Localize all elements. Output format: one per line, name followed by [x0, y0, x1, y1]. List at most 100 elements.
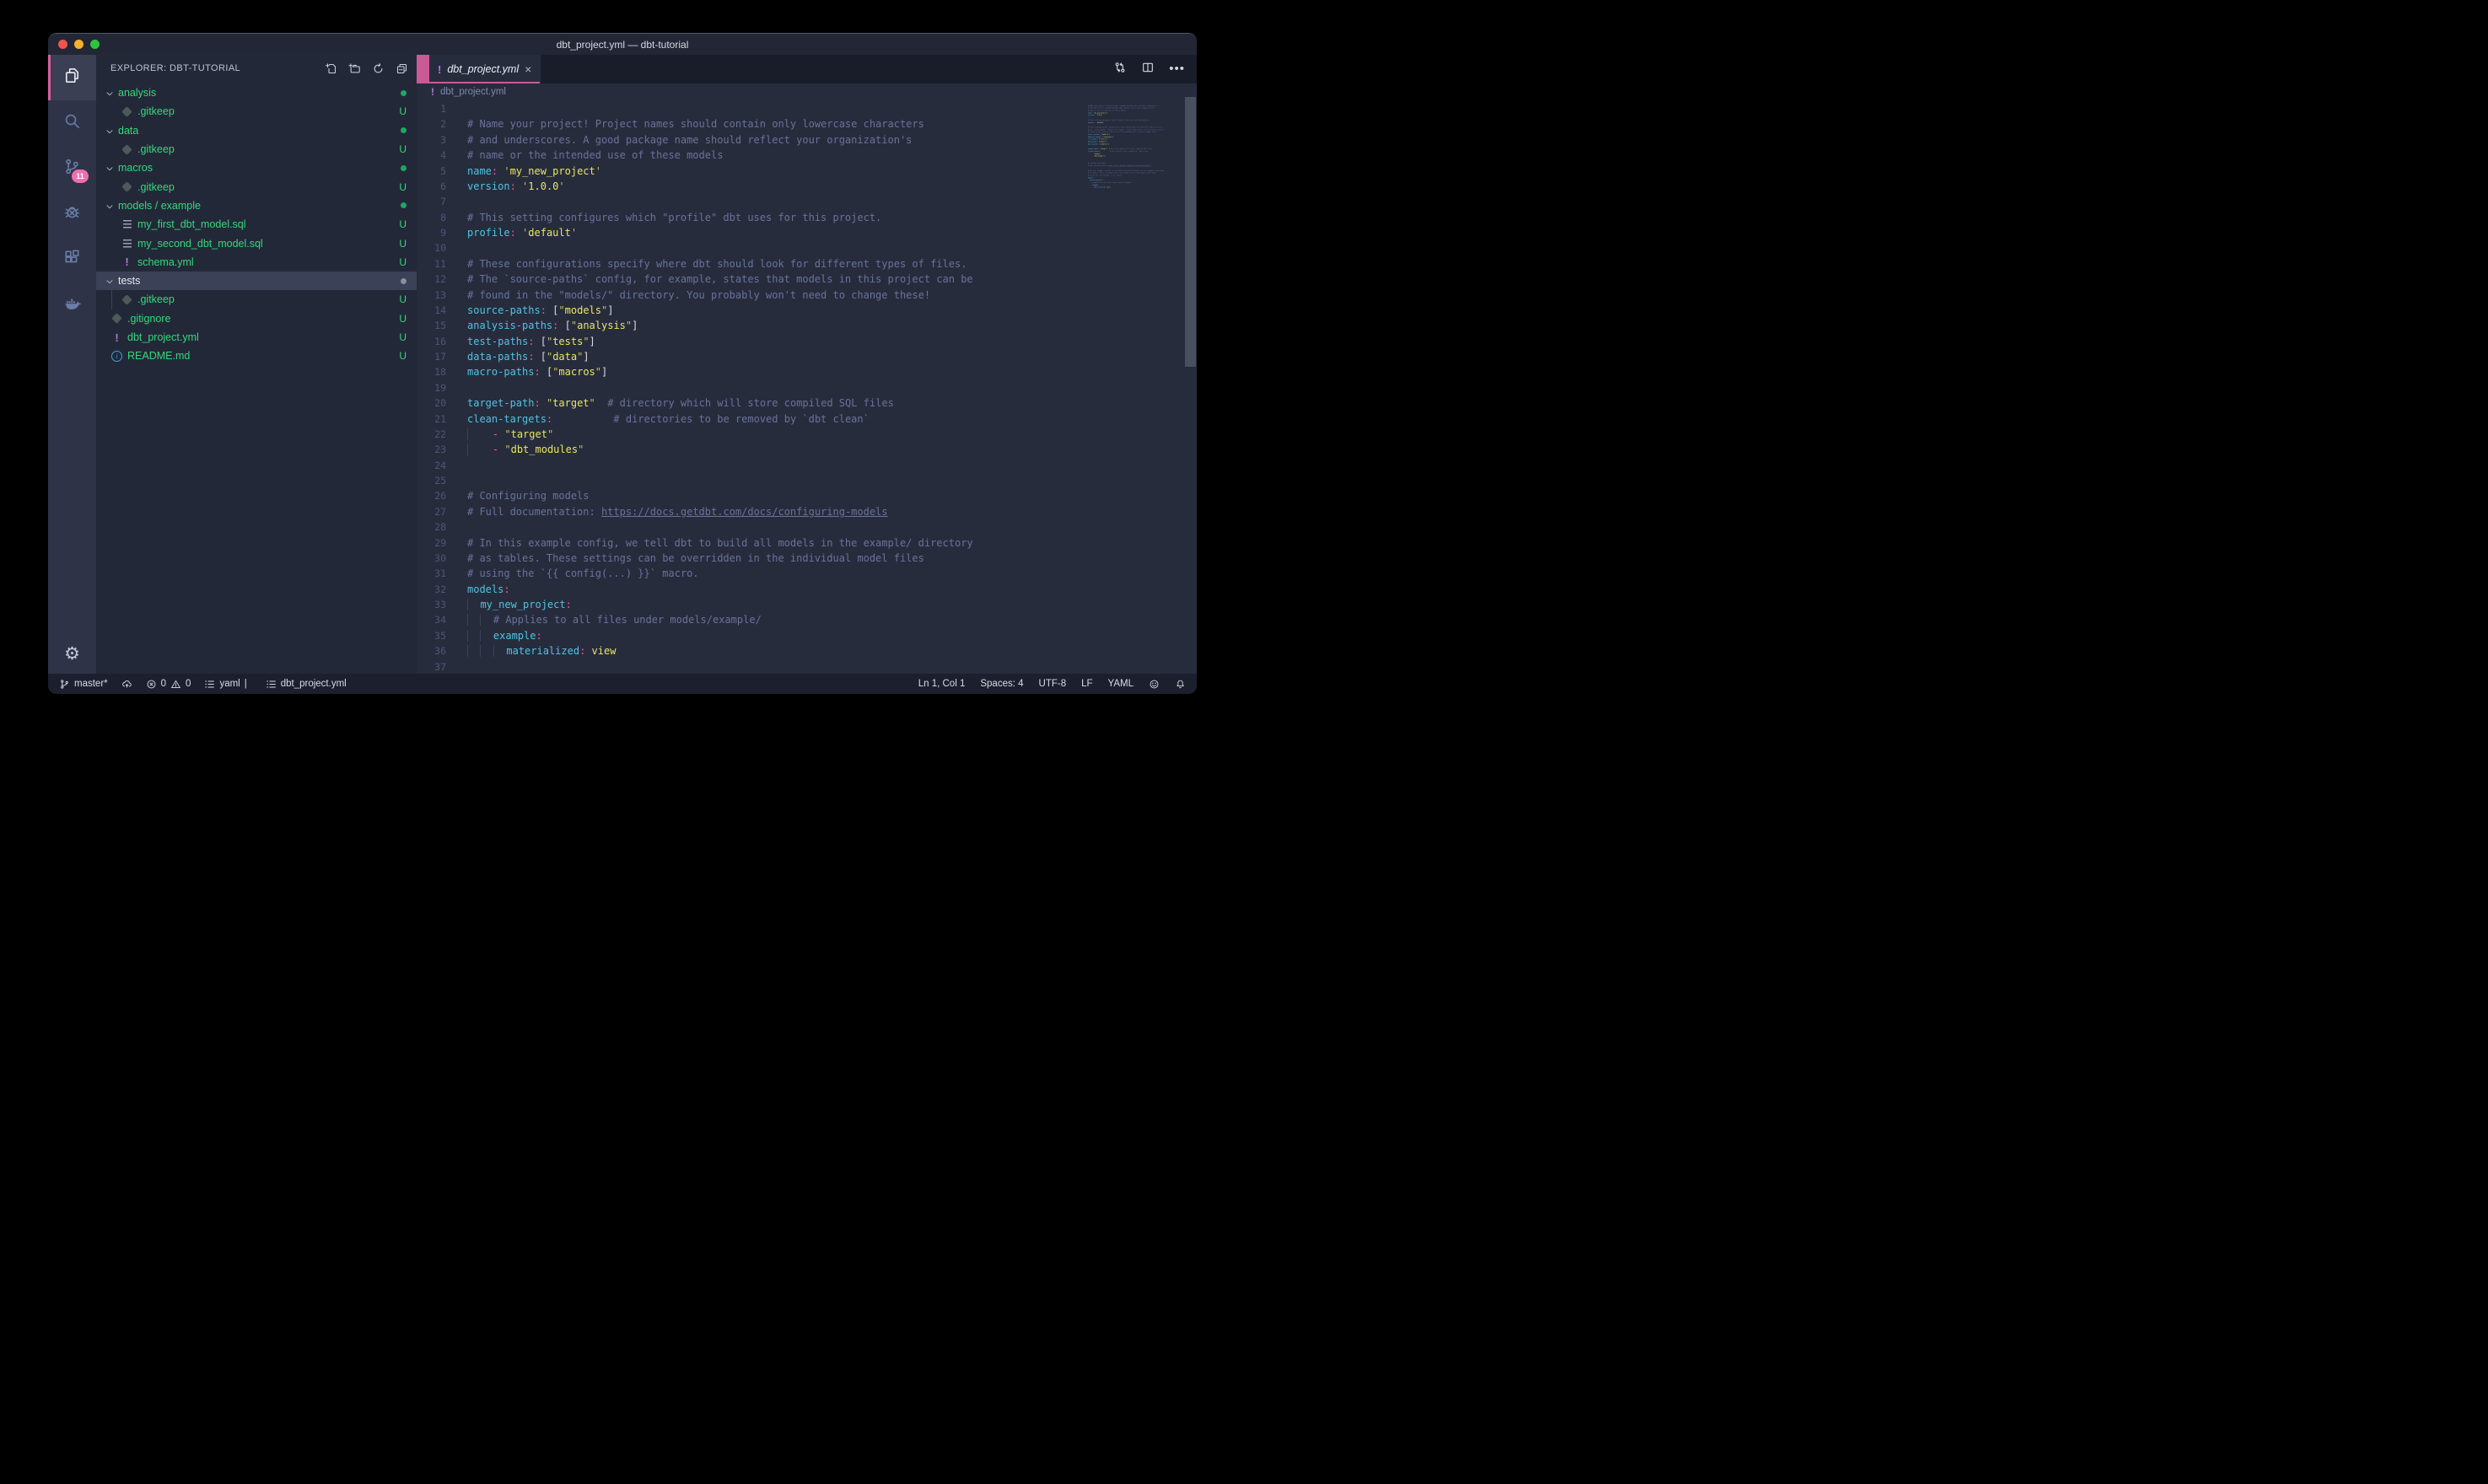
chevron-down-icon — [105, 126, 115, 136]
line-number: 16 — [417, 334, 446, 349]
activity-extensions[interactable] — [48, 237, 96, 282]
code-line-2: 2# Name your project! Project names shou… — [417, 116, 1197, 132]
git-modified-dot — [401, 202, 407, 208]
tab-bar: ! dbt_project.yml × ••• — [417, 55, 1197, 83]
activity-source-control[interactable]: 11 — [48, 146, 96, 191]
tree-item-schema-yml[interactable]: !schema.ymlU — [96, 253, 417, 272]
activity-debug[interactable] — [48, 191, 96, 237]
tree-item-label: .gitignore — [127, 313, 399, 325]
line-number: 9 — [417, 225, 446, 240]
scrollbar-thumb[interactable] — [1185, 97, 1196, 367]
code-line-14: 14source-paths: ["models"] — [417, 303, 1197, 318]
code-line-13: 13# found in the "models/" directory. Yo… — [417, 288, 1197, 303]
file-task-indicator[interactable]: dbt_project.yml — [266, 679, 347, 690]
window-title: dbt_project.yml — dbt-tutorial — [557, 39, 689, 51]
line-number: 33 — [417, 597, 446, 612]
code-line-33: 33 my_new_project: — [417, 597, 1197, 612]
tree-item--gitignore[interactable]: .gitignoreU — [96, 309, 417, 328]
status-bar: master* 0 0 yaml | dbt_project.yml L — [48, 674, 1197, 694]
git-untracked-badge: U — [399, 143, 407, 155]
git-untracked-badge: U — [399, 313, 407, 325]
tree-item-label: .gitkeep — [137, 143, 399, 155]
cursor-position[interactable]: Ln 1, Col 1 — [918, 679, 966, 689]
line-number: 8 — [417, 210, 446, 225]
tree-item-label: analysis — [118, 87, 401, 99]
tree-item-data[interactable]: data — [96, 121, 417, 140]
tree-item--gitkeep[interactable]: .gitkeepU — [96, 140, 417, 159]
explorer-sidebar: EXPLORER: DBT-TUTORIAL analysis.gitkeepU… — [96, 55, 417, 674]
git-modified-dot — [401, 127, 407, 133]
yaml-task-indicator[interactable]: yaml | — [204, 679, 251, 690]
tab-dbt-project-yml[interactable]: ! dbt_project.yml × — [429, 55, 541, 83]
breadcrumb-file[interactable]: dbt_project.yml — [440, 87, 506, 97]
tab-label: dbt_project.yml — [447, 63, 519, 75]
tree-item-my-first-dbt-model-sql[interactable]: my_first_dbt_model.sqlU — [96, 215, 417, 234]
zoom-window-button[interactable] — [90, 40, 100, 49]
tree-item--gitkeep[interactable]: .gitkeepU — [96, 290, 417, 309]
line-number: 30 — [417, 551, 446, 566]
tree-item-macros[interactable]: macros — [96, 159, 417, 177]
indentation-indicator[interactable]: Spaces: 4 — [980, 679, 1023, 689]
traffic-lights — [58, 34, 100, 55]
close-tab-icon[interactable]: × — [525, 63, 531, 75]
yaml-task-label: yaml — [219, 679, 240, 689]
tree-item-tests[interactable]: tests — [96, 272, 417, 290]
eol-indicator[interactable]: LF — [1081, 679, 1092, 689]
search-icon — [62, 111, 82, 135]
line-number: 20 — [417, 395, 446, 411]
explorer-title: EXPLORER: DBT-TUTORIAL — [110, 63, 325, 73]
warning-count: 0 — [186, 679, 191, 689]
bug-icon — [62, 202, 82, 226]
tree-item-dbt-project-yml[interactable]: !dbt_project.ymlU — [96, 328, 417, 347]
minimap-content: # Name your project! Project names shoul… — [1088, 102, 1177, 191]
tree-item--gitkeep[interactable]: .gitkeepU — [96, 177, 417, 196]
minimap[interactable]: # Name your project! Project names shoul… — [1088, 102, 1182, 196]
activity-explorer[interactable] — [48, 55, 96, 100]
git-modified-dot — [401, 165, 407, 171]
code-line-32: 32models: — [417, 582, 1197, 597]
code-line-25: 25 — [417, 473, 1197, 488]
tree-item--gitkeep[interactable]: .gitkeepU — [96, 102, 417, 121]
code-editor[interactable]: 12# Name your project! Project names sho… — [417, 100, 1197, 674]
sync-button[interactable] — [121, 679, 132, 690]
git-untracked-badge: U — [399, 256, 407, 268]
activity-settings[interactable]: ⚙ — [48, 633, 96, 674]
language-mode[interactable]: YAML — [1108, 679, 1134, 689]
git-untracked-badge: U — [399, 331, 407, 343]
tree-item-label: my_second_dbt_model.sql — [137, 238, 399, 250]
git-file-icon — [121, 144, 132, 155]
docker-whale-icon — [62, 293, 82, 317]
activity-bar: 11 ⚙ — [48, 55, 96, 674]
bell-icon — [1175, 679, 1186, 690]
more-actions-icon[interactable]: ••• — [1169, 67, 1185, 72]
line-number: 5 — [417, 164, 446, 179]
code-line-21: 21clean-targets: # directories to be rem… — [417, 411, 1197, 427]
line-number: 34 — [417, 612, 446, 627]
sidebar-sash[interactable] — [417, 55, 429, 83]
new-file-icon[interactable] — [325, 62, 337, 75]
collapse-all-icon[interactable] — [396, 62, 408, 75]
tree-item-analysis[interactable]: analysis — [96, 83, 417, 102]
feedback-button[interactable] — [1149, 679, 1160, 690]
tree-item-readme-md[interactable]: iREADME.mdU — [96, 347, 417, 365]
line-number: 6 — [417, 179, 446, 194]
code-line-20: 20target-path: "target" # directory whic… — [417, 395, 1197, 411]
code-line-1: 1 — [417, 101, 1197, 116]
open-changes-icon[interactable] — [1113, 61, 1127, 78]
refresh-icon[interactable] — [372, 62, 385, 75]
new-folder-icon[interactable] — [348, 62, 361, 75]
line-number: 11 — [417, 256, 446, 272]
tree-item-my-second-dbt-model-sql[interactable]: my_second_dbt_model.sqlU — [96, 234, 417, 252]
split-editor-icon[interactable] — [1141, 61, 1155, 78]
encoding-indicator[interactable]: UTF-8 — [1039, 679, 1067, 689]
yaml-error-icon: ! — [431, 87, 434, 97]
minimize-window-button[interactable] — [74, 40, 83, 49]
close-window-button[interactable] — [58, 40, 67, 49]
activity-search[interactable] — [48, 100, 96, 146]
line-number: 32 — [417, 582, 446, 597]
activity-docker[interactable] — [48, 282, 96, 328]
problems-indicator[interactable]: 0 0 — [146, 679, 191, 690]
tree-item-models-example[interactable]: models / example — [96, 196, 417, 215]
notifications-button[interactable] — [1175, 679, 1186, 690]
branch-indicator[interactable]: master* — [59, 679, 108, 690]
